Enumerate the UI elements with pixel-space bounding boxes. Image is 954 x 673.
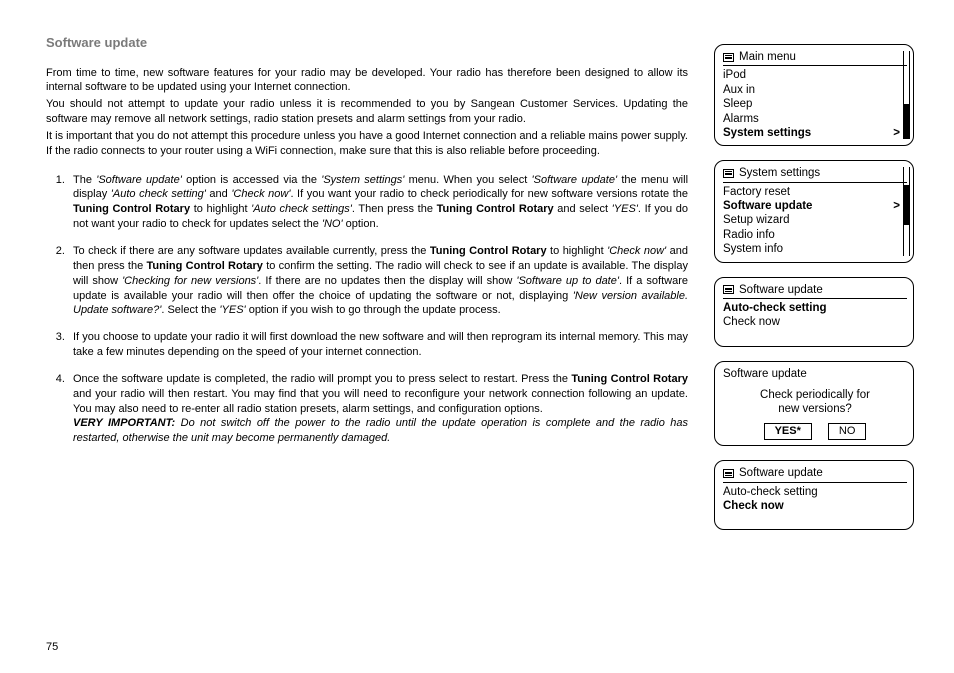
screen-system-settings: System settings Factory reset Software u… xyxy=(714,160,914,262)
scrollbar xyxy=(903,167,910,255)
menu-item: Check now xyxy=(723,315,907,329)
menu-item: Sleep xyxy=(723,97,907,111)
screen-software-update-1: Software update Auto-check setting Check… xyxy=(714,277,914,347)
menu-item-selected: Check now xyxy=(723,499,907,513)
menu-item: Auto-check setting xyxy=(723,485,907,499)
instruction-list: The 'Software update' option is accessed… xyxy=(46,173,688,447)
screen-title: Main menu xyxy=(739,50,796,64)
screen-title: Software update xyxy=(723,367,807,381)
screen-confirm-dialog: Software update Check periodically for n… xyxy=(714,361,914,447)
screen-software-update-2: Software update Auto-check setting Check… xyxy=(714,460,914,530)
main-text-column: Software update From time to time, new s… xyxy=(46,34,688,631)
paragraph-3: It is important that you do not attempt … xyxy=(46,129,688,159)
yes-button[interactable]: YES* xyxy=(764,423,812,441)
dialog-message: Check periodically for new versions? xyxy=(723,388,907,417)
scrollbar xyxy=(903,51,910,139)
menu-item: Alarms xyxy=(723,112,907,126)
menu-item: Setup wizard xyxy=(723,213,907,227)
menu-item: Aux in xyxy=(723,83,907,97)
screen-title: Software update xyxy=(739,466,823,480)
menu-icon xyxy=(723,285,734,294)
step-1: The 'Software update' option is accessed… xyxy=(68,173,688,232)
menu-item: iPod xyxy=(723,68,907,82)
menu-item: Radio info xyxy=(723,228,907,242)
paragraph-2: You should not attempt to update your ra… xyxy=(46,97,688,127)
menu-icon xyxy=(723,469,734,478)
no-button[interactable]: NO xyxy=(828,423,867,441)
screen-main-menu: Main menu iPod Aux in Sleep Alarms Syste… xyxy=(714,44,914,146)
menu-item-selected: Auto-check setting xyxy=(723,301,907,315)
screen-title: Software update xyxy=(739,283,823,297)
menu-icon xyxy=(723,169,734,178)
screens-column: Main menu iPod Aux in Sleep Alarms Syste… xyxy=(714,34,914,631)
menu-icon xyxy=(723,53,734,62)
menu-item-selected: Software update> xyxy=(723,199,907,213)
step-4: Once the software update is completed, t… xyxy=(68,372,688,446)
menu-item: System info xyxy=(723,242,907,256)
menu-item: Factory reset xyxy=(723,185,907,199)
step-3: If you choose to update your radio it wi… xyxy=(68,330,688,360)
page-heading: Software update xyxy=(46,34,688,52)
menu-item-selected: System settings> xyxy=(723,126,907,140)
paragraph-1: From time to time, new software features… xyxy=(46,66,688,96)
step-2: To check if there are any software updat… xyxy=(68,244,688,318)
page-number: 75 xyxy=(46,631,914,653)
screen-title: System settings xyxy=(739,166,820,180)
